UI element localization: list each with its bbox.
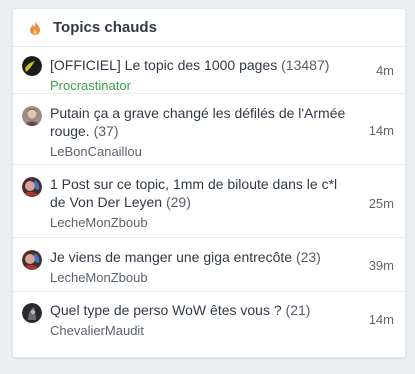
topic-row[interactable]: 1 Post sur ce topic, 1mm de biloute dans…: [13, 165, 405, 238]
topic-title-link[interactable]: Je viens de manger une giga entrecôte: [50, 249, 292, 265]
user-avatar[interactable]: [22, 56, 42, 76]
author-link[interactable]: LecheMonZboub: [50, 215, 346, 231]
last-activity-time: 14m: [368, 312, 394, 327]
author-link[interactable]: LeBonCanaillou: [50, 144, 346, 160]
topic-row[interactable]: Putain ça a grave changé les défilés de …: [13, 94, 405, 165]
reply-count: (37): [93, 123, 119, 139]
topic-row[interactable]: [OFFICIEL] Le topic des 1000 pages (1348…: [13, 47, 405, 94]
user-avatar[interactable]: [22, 303, 42, 323]
topic-row[interactable]: Quel type de perso WoW êtes vous ? (21) …: [13, 292, 405, 344]
author-link[interactable]: LecheMonZboub: [50, 270, 346, 286]
topic-title-link[interactable]: 1 Post sur ce topic, 1mm de biloute dans…: [50, 176, 337, 210]
reply-count: (23): [295, 249, 321, 265]
topic-title-link[interactable]: [OFFICIEL] Le topic des 1000 pages: [50, 57, 277, 73]
topic-title-link[interactable]: Quel type de perso WoW êtes vous ?: [50, 302, 282, 318]
last-activity-time: 39m: [368, 258, 394, 273]
reply-count: (13487): [281, 57, 330, 73]
user-avatar[interactable]: [22, 106, 42, 126]
hot-topics-widget: Topics chauds [OFFICIEL] Le topic des 10…: [12, 8, 406, 358]
user-avatar[interactable]: [22, 250, 42, 270]
last-activity-time: 14m: [368, 123, 394, 138]
topic-row[interactable]: Je viens de manger une giga entrecôte (2…: [13, 238, 405, 292]
user-avatar[interactable]: [22, 177, 42, 197]
widget-header: Topics chauds: [13, 9, 405, 47]
fire-icon: [29, 20, 41, 35]
reply-count: (21): [285, 302, 311, 318]
last-activity-time: 25m: [368, 196, 394, 211]
topic-list: [OFFICIEL] Le topic des 1000 pages (1348…: [13, 47, 405, 344]
author-link[interactable]: ChevalierMaudit: [50, 323, 346, 339]
last-activity-time: 4m: [375, 63, 394, 78]
widget-title: Topics chauds: [53, 19, 157, 36]
reply-count: (29): [165, 194, 191, 210]
author-link[interactable]: Procrastinator: [50, 78, 346, 94]
